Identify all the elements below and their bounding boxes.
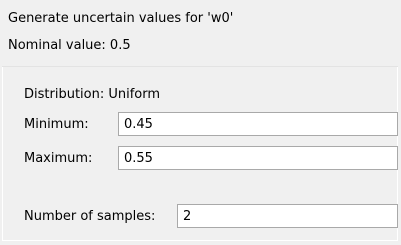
generate-uncertain-values-dialog: Generate uncertain values for 'w0' Nomin… [0,0,401,245]
maximum-label: Maximum: [24,151,93,166]
distribution-label: Distribution: Uniform [24,87,161,102]
minimum-label: Minimum: [24,117,89,132]
nominal-value-text: Nominal value: 0.5 [8,38,131,53]
number-of-samples-input[interactable] [177,204,398,228]
minimum-input[interactable] [118,112,398,136]
number-of-samples-label: Number of samples: [24,209,156,224]
dialog-heading: Generate uncertain values for 'w0' [8,11,234,26]
maximum-input[interactable] [118,146,398,170]
